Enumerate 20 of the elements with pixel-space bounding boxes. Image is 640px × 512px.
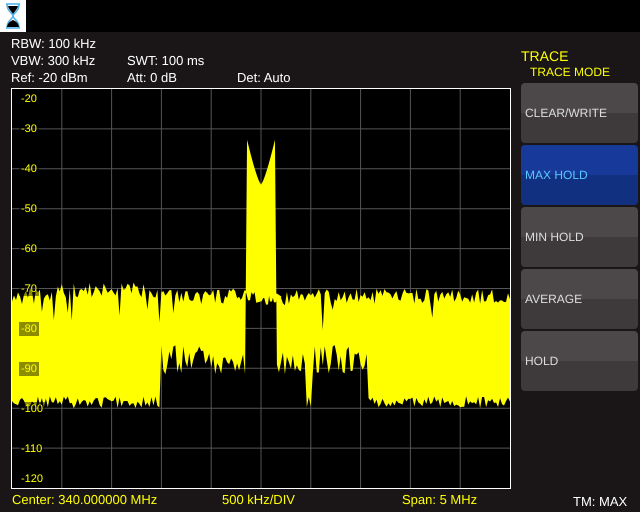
- softkey-button[interactable]: HOLD: [521, 331, 638, 391]
- ref-level-readout: Ref: -20 dBm: [11, 69, 88, 86]
- sweep-time-readout: SWT: 100 ms: [127, 52, 204, 69]
- softkey-button[interactable]: MIN HOLD: [521, 207, 638, 267]
- softkey-button[interactable]: MAX HOLD: [521, 145, 638, 205]
- division-scale: 500 kHz/DIV: [222, 492, 296, 506]
- detector-readout: Det: Auto: [237, 69, 290, 86]
- center-frequency: Center: 340.000000 MHz: [12, 492, 158, 506]
- menu-subtitle: TRACE MODE: [530, 64, 610, 80]
- attenuation-readout: Att: 0 dB: [127, 69, 177, 86]
- span-readout: Span: 5 MHz: [402, 492, 478, 506]
- y-axis-label: -90: [19, 362, 39, 376]
- softkey-button[interactable]: AVERAGE: [521, 269, 638, 329]
- softkey-button[interactable]: CLEAR/WRITE: [521, 83, 638, 143]
- vbw-readout: VBW: 300 kHz: [11, 52, 96, 69]
- y-axis-label: -80: [19, 322, 39, 336]
- trace-mode-readout: TM: MAX: [573, 493, 628, 511]
- menu-title: TRACE: [521, 48, 568, 64]
- y-axis-label: -70: [19, 282, 39, 296]
- rbw-readout: RBW: 100 kHz: [11, 35, 96, 52]
